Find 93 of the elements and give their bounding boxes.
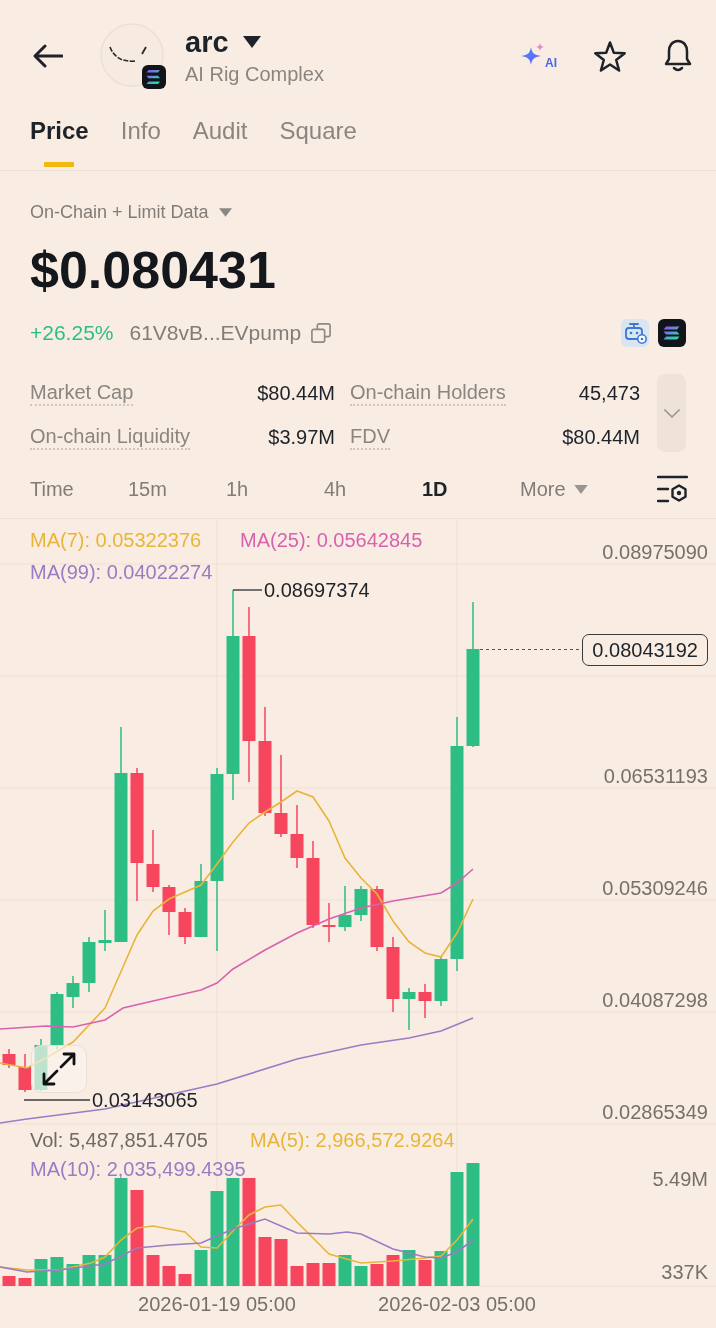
stat-value: 45,473 xyxy=(578,381,640,405)
copy-icon[interactable] xyxy=(311,323,332,343)
ma-legend: MA(99): 0.04022274 xyxy=(30,561,213,583)
volume-bar xyxy=(146,1255,160,1286)
candlestick xyxy=(354,886,368,921)
tab[interactable]: Info xyxy=(120,112,161,170)
volume-bar xyxy=(370,1264,384,1286)
caret-icon xyxy=(573,484,588,494)
volume-legend: MA(5): 2,966,572.9264 xyxy=(250,1129,455,1151)
bell-icon[interactable] xyxy=(663,39,693,73)
stat-label: On-chain Holders xyxy=(350,380,506,406)
low-price-label: 0.03143065 xyxy=(92,1089,198,1111)
candlestick xyxy=(82,937,96,992)
axis-label: 337K xyxy=(661,1261,708,1283)
candlestick xyxy=(418,984,432,1018)
data-source-dropdown[interactable]: On-Chain + Limit Data xyxy=(30,194,232,230)
volume-bar xyxy=(194,1250,208,1286)
stat-value: $80.44M xyxy=(562,424,640,449)
stat-label: On-chain Liquidity xyxy=(30,423,191,450)
tab[interactable]: Price xyxy=(30,112,89,170)
token-name: AI Rig Complex xyxy=(185,62,324,87)
axis-label: 0.04087298 xyxy=(602,989,708,1011)
axis-label: 0.06531193 xyxy=(603,765,708,787)
volume-bar xyxy=(50,1257,64,1286)
contract-address: 61V8vB...EVpump xyxy=(129,320,302,347)
star-icon[interactable] xyxy=(593,40,627,72)
candlestick xyxy=(98,910,112,951)
expand-arrows-icon xyxy=(42,1052,76,1086)
tab[interactable]: Square xyxy=(279,112,357,170)
candlestick xyxy=(322,903,336,942)
volume-legend: MA(10): 2,035,499.4395 xyxy=(30,1158,246,1180)
more-intervals-dropdown[interactable]: More xyxy=(520,476,588,502)
volume-bar xyxy=(162,1266,176,1286)
candlestick xyxy=(338,886,352,931)
candlestick xyxy=(402,988,416,1030)
token-selector[interactable]: arc xyxy=(185,25,324,59)
interval-tab[interactable]: 15m xyxy=(128,476,167,502)
volume-bar xyxy=(306,1263,320,1286)
axis-label: 5.49M xyxy=(652,1168,708,1190)
volume-bar xyxy=(258,1237,272,1286)
volume-bar xyxy=(386,1255,400,1286)
date-label: 2026-02-03 05:00 xyxy=(378,1293,536,1315)
stat-label: FDV xyxy=(350,423,390,450)
axis-label: 0.05309246 xyxy=(602,877,708,899)
volume-bar xyxy=(322,1263,336,1286)
caret-icon xyxy=(218,207,232,217)
chain-logo-icon xyxy=(658,319,686,347)
ma-legend: MA(7): 0.05322376 xyxy=(30,529,240,551)
axis-label: 0.02865349 xyxy=(602,1101,708,1123)
volume-bar xyxy=(178,1274,192,1286)
interval-tab[interactable]: Time xyxy=(30,476,74,502)
fullscreen-button[interactable] xyxy=(31,1045,87,1093)
volume-bar xyxy=(2,1276,16,1286)
ma-legend: MA(25): 0.05642845 xyxy=(240,529,423,551)
volume-bar xyxy=(418,1260,432,1286)
leader-line xyxy=(23,1099,91,1101)
leader-line xyxy=(232,589,263,591)
stat-value: $80.44M xyxy=(257,381,335,405)
stat-label: Market Cap xyxy=(30,380,134,406)
robot-icon[interactable] xyxy=(621,319,649,347)
chevron-down-icon xyxy=(663,408,680,418)
candlestick xyxy=(2,1049,16,1068)
interval-tab[interactable]: 4h xyxy=(324,476,347,502)
candlestick xyxy=(178,908,192,944)
price-value: $0.080431 xyxy=(30,240,277,300)
stat-value: $3.97M xyxy=(268,424,335,449)
back-arrow-icon[interactable] xyxy=(33,44,63,68)
date-label: 2026-01-19 05:00 xyxy=(138,1293,296,1315)
volume-legend: Vol: 5,487,851.4705 xyxy=(30,1129,250,1151)
volume-bar xyxy=(402,1250,416,1286)
volume-bar xyxy=(18,1278,32,1286)
axis-label: 0.08975090 xyxy=(602,541,708,563)
volume-bar xyxy=(290,1266,304,1286)
interval-tab[interactable]: 1D xyxy=(422,476,448,502)
price-change: +26.25% xyxy=(30,320,114,347)
volume-bar xyxy=(274,1239,288,1286)
candlestick xyxy=(434,956,448,1006)
token-logo-icon xyxy=(100,23,166,89)
ai-button[interactable]: AI xyxy=(521,43,557,69)
candlestick xyxy=(162,885,176,935)
interval-tab[interactable]: 1h xyxy=(226,476,249,502)
chart-settings-icon[interactable] xyxy=(657,475,688,503)
last-price-tag: 0.08043192 xyxy=(582,634,708,666)
candlestick xyxy=(66,976,80,1008)
caret-icon xyxy=(242,36,261,48)
candlestick xyxy=(370,886,384,951)
volume-bar xyxy=(354,1266,368,1286)
tab[interactable]: Audit xyxy=(192,112,248,170)
volume-bar xyxy=(338,1255,352,1286)
candlestick xyxy=(290,805,304,868)
high-price-label: 0.08697374 xyxy=(264,579,370,601)
candlestick xyxy=(18,1054,32,1092)
candlestick xyxy=(146,830,160,892)
